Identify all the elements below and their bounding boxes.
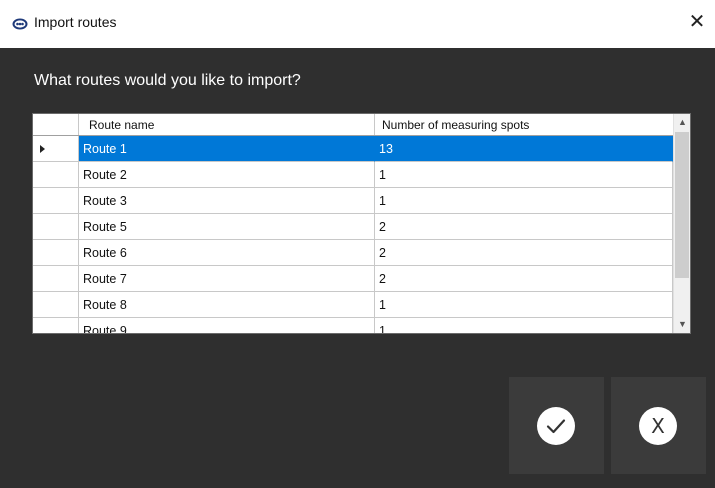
route-name-cell[interactable]: Route 8 xyxy=(79,292,375,318)
row-header[interactable] xyxy=(33,214,79,240)
import-prompt: What routes would you like to import? xyxy=(34,72,301,89)
route-name-cell[interactable]: Route 3 xyxy=(79,188,375,214)
route-name-cell[interactable]: Route 1 xyxy=(79,136,375,162)
spots-count-cell[interactable]: 1 xyxy=(375,318,673,333)
title-bar: Import routes ✕ xyxy=(0,0,715,48)
table-row[interactable]: Route 1 13 xyxy=(33,136,673,162)
route-name-cell[interactable]: Route 2 xyxy=(79,162,375,188)
route-name-cell[interactable]: Route 9 xyxy=(79,318,375,333)
cancel-glyph: X xyxy=(651,414,665,438)
row-header[interactable] xyxy=(33,136,79,162)
column-header-route-name[interactable]: Route name xyxy=(79,114,375,135)
table-row[interactable]: Route 5 2 xyxy=(33,214,673,240)
spots-count-cell[interactable]: 1 xyxy=(375,162,673,188)
scroll-up-arrow-icon[interactable]: ▲ xyxy=(674,114,690,131)
route-name-cell[interactable]: Route 6 xyxy=(79,240,375,266)
current-row-arrow-icon xyxy=(40,145,45,153)
window-title: Import routes xyxy=(34,14,117,30)
route-name-cell[interactable]: Route 7 xyxy=(79,266,375,292)
table-row[interactable]: Route 2 1 xyxy=(33,162,673,188)
app-logo-icon xyxy=(12,16,28,32)
spots-count-cell[interactable]: 13 xyxy=(375,136,673,162)
row-header[interactable] xyxy=(33,318,79,333)
column-header-measuring-spots[interactable]: Number of measuring spots xyxy=(375,114,673,135)
spots-count-cell[interactable]: 2 xyxy=(375,266,673,292)
spots-count-cell[interactable]: 1 xyxy=(375,188,673,214)
confirm-import-button[interactable] xyxy=(509,377,604,474)
table-row[interactable]: Route 9 1 xyxy=(33,318,673,333)
row-header[interactable] xyxy=(33,162,79,188)
scroll-down-arrow-icon[interactable]: ▼ xyxy=(674,316,690,333)
close-button[interactable]: ✕ xyxy=(685,10,709,34)
spots-count-cell[interactable]: 1 xyxy=(375,292,673,318)
spots-count-cell[interactable]: 2 xyxy=(375,214,673,240)
cancel-import-button[interactable]: X xyxy=(611,377,706,474)
route-name-cell[interactable]: Route 5 xyxy=(79,214,375,240)
row-header[interactable] xyxy=(33,240,79,266)
table-row[interactable]: Route 3 1 xyxy=(33,188,673,214)
x-icon: X xyxy=(639,407,677,445)
table-row[interactable]: Route 8 1 xyxy=(33,292,673,318)
vertical-scrollbar[interactable]: ▲ ▼ xyxy=(673,114,690,333)
row-header-corner xyxy=(33,114,79,135)
table-row[interactable]: Route 6 2 xyxy=(33,240,673,266)
table-row[interactable]: Route 7 2 xyxy=(33,266,673,292)
row-header[interactable] xyxy=(33,292,79,318)
checkmark-icon xyxy=(537,407,575,445)
routes-grid: Route name Number of measuring spots Rou… xyxy=(32,113,691,334)
scroll-thumb[interactable] xyxy=(675,132,689,278)
row-header[interactable] xyxy=(33,188,79,214)
grid-header: Route name Number of measuring spots xyxy=(33,114,673,136)
spots-count-cell[interactable]: 2 xyxy=(375,240,673,266)
row-header[interactable] xyxy=(33,266,79,292)
